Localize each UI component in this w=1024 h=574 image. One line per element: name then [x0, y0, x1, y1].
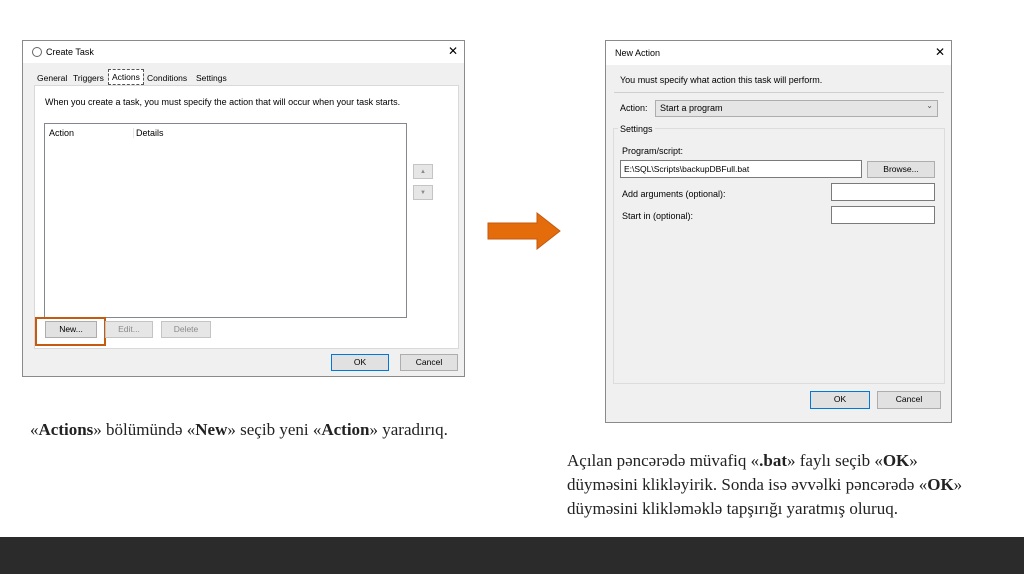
- up-icon: ▲: [420, 169, 426, 175]
- caption-bold: Actions: [38, 420, 94, 439]
- cancel-button[interactable]: Cancel: [400, 354, 458, 371]
- arrow-right-icon: [487, 212, 561, 250]
- settings-label: Settings: [618, 124, 655, 134]
- caption-left: «Actions» bölümündə «New» seçib yeni «Ac…: [30, 418, 448, 442]
- column-action[interactable]: Action: [49, 128, 74, 138]
- dialog-title: Create Task: [46, 47, 94, 57]
- caption-right: Açılan pəncərədə müvafiq «.bat» faylı se…: [567, 449, 992, 521]
- caption-bold: Action: [321, 420, 370, 439]
- dialog-title: New Action: [615, 48, 661, 58]
- create-task-dialog: Create Task ✕ General Triggers Actions C…: [22, 40, 465, 377]
- program-input[interactable]: E:\SQL\Scripts\backupDBFull.bat: [620, 160, 862, 178]
- tab-settings[interactable]: Settings: [193, 71, 230, 85]
- divider: [614, 92, 944, 93]
- caption-bold: OK: [882, 451, 910, 470]
- message: You must specify what action this task w…: [620, 75, 823, 85]
- caption-bold: .bat: [759, 451, 787, 470]
- settings-group: Settings Program/script: E:\SQL\Scripts\…: [613, 124, 945, 384]
- title-bar: New Action ✕: [606, 41, 951, 65]
- start-in-label: Start in (optional):: [622, 211, 694, 221]
- args-input[interactable]: [831, 183, 935, 201]
- start-in-input[interactable]: [831, 206, 935, 224]
- ok-button[interactable]: OK: [331, 354, 389, 371]
- ok-button[interactable]: OK: [810, 391, 870, 409]
- tab-triggers[interactable]: Triggers: [70, 71, 107, 85]
- caption-text: » seçib yeni «: [227, 420, 322, 439]
- tab-conditions[interactable]: Conditions: [144, 71, 190, 85]
- move-up-button[interactable]: ▲: [413, 164, 433, 179]
- close-icon[interactable]: ✕: [448, 44, 458, 58]
- move-down-button[interactable]: ▼: [413, 185, 433, 200]
- caption-bold: OK: [927, 475, 954, 494]
- tab-panel: When you create a task, you must specify…: [34, 85, 459, 349]
- action-select[interactable]: Start a program ⌄: [655, 100, 938, 117]
- new-button[interactable]: New...: [45, 321, 97, 338]
- title-bar: Create Task ✕: [23, 41, 464, 63]
- tab-actions[interactable]: Actions: [108, 69, 144, 85]
- action-label: Action:: [620, 103, 648, 113]
- edit-button[interactable]: Edit...: [105, 321, 153, 338]
- caption-text: » bölümündə «: [93, 420, 196, 439]
- delete-button[interactable]: Delete: [161, 321, 211, 338]
- caption-bold: New: [195, 420, 228, 439]
- chevron-down-icon: ⌄: [926, 101, 933, 110]
- new-action-dialog: New Action ✕ You must specify what actio…: [605, 40, 952, 423]
- caption-text: Açılan pəncərədə müvafiq «: [567, 451, 760, 470]
- action-value: Start a program: [660, 103, 723, 113]
- caption-text: » yaradırıq.: [369, 420, 448, 439]
- clock-icon: [32, 47, 42, 57]
- tab-general[interactable]: General: [34, 71, 70, 85]
- browse-button[interactable]: Browse...: [867, 161, 935, 178]
- down-icon: ▼: [420, 190, 426, 196]
- program-label: Program/script:: [622, 146, 684, 156]
- caption-text: «: [30, 420, 39, 439]
- footer-bar: [0, 537, 1024, 574]
- column-details[interactable]: Details: [133, 128, 164, 138]
- caption-text: » faylı seçib «: [786, 451, 883, 470]
- description: When you create a task, you must specify…: [45, 97, 401, 107]
- args-label: Add arguments (optional):: [622, 189, 726, 199]
- close-icon[interactable]: ✕: [935, 45, 945, 59]
- cancel-button[interactable]: Cancel: [877, 391, 941, 409]
- actions-list[interactable]: Action Details: [44, 123, 407, 318]
